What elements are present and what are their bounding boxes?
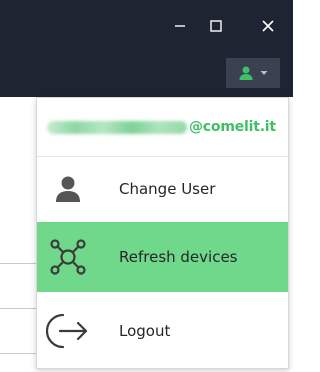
account-email: @comelit.it	[37, 98, 288, 156]
logout-label: Logout	[119, 322, 171, 340]
email-domain: @comelit.it	[189, 119, 276, 135]
title-bar	[0, 0, 293, 97]
maximize-icon	[210, 20, 222, 32]
refresh-devices-label: Refresh devices	[119, 248, 238, 266]
refresh-devices-menu-item[interactable]: Refresh devices	[37, 222, 288, 292]
close-icon	[262, 20, 274, 32]
user-menu-button[interactable]	[226, 58, 280, 88]
minimize-icon	[175, 25, 185, 27]
chevron-down-icon	[260, 71, 268, 75]
change-user-menu-item[interactable]: Change User	[37, 157, 288, 221]
background-divider	[0, 263, 40, 264]
maximize-button[interactable]	[202, 12, 230, 40]
network-nodes-icon	[37, 222, 99, 292]
change-user-label: Change User	[119, 180, 216, 198]
background-divider	[0, 308, 40, 309]
minimize-button[interactable]	[166, 12, 194, 40]
user-icon	[37, 157, 99, 221]
email-username-redacted	[47, 120, 187, 134]
user-dropdown-menu: @comelit.it Change User Refresh devices …	[36, 97, 289, 369]
background-divider	[0, 353, 40, 354]
close-button[interactable]	[254, 12, 282, 40]
logout-menu-item[interactable]: Logout	[37, 299, 288, 363]
logout-icon	[37, 299, 99, 363]
user-icon	[239, 66, 253, 80]
